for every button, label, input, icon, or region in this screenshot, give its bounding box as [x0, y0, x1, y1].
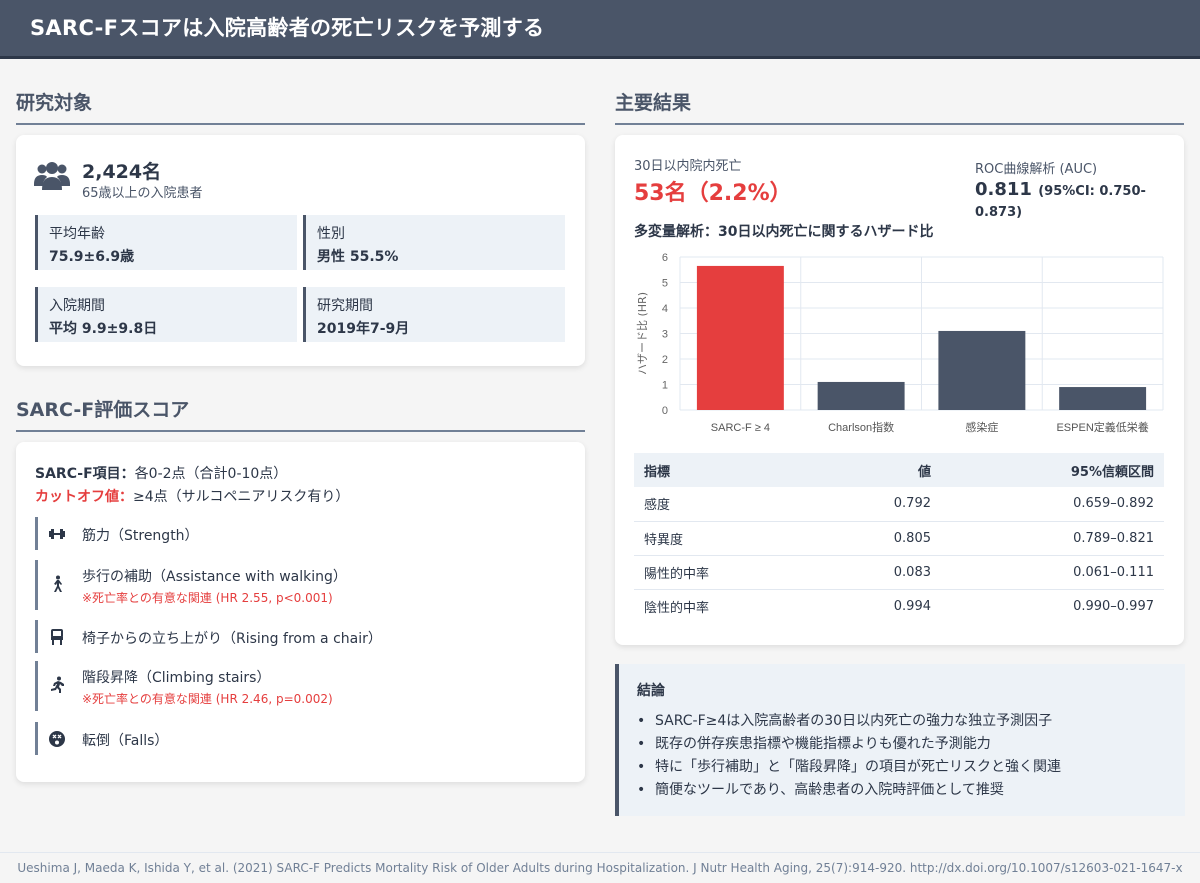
table-header: 値 — [814, 453, 941, 487]
sarcf-item-note: ※死亡率との有意な関連 (HR 2.55, p<0.001) — [82, 591, 333, 605]
y-tick-label: 6 — [662, 252, 668, 264]
items-line: SARC-F項目：各0-2点（合計0-10点） — [35, 463, 287, 483]
running-icon — [51, 676, 64, 693]
page-header: SARC-Fスコアは入院高齢者の死亡リスクを予測する — [0, 0, 1200, 59]
study-section-title: 研究対象 — [16, 88, 585, 125]
bar — [1059, 387, 1147, 410]
sarcf-item-text: 筋力（Strength） — [82, 528, 199, 544]
death-label: 30日以内院内死亡 — [634, 159, 742, 174]
sarcf-item-chair: 椅子からの立ち上がり（Rising from a chair） — [35, 620, 555, 653]
cutoff-label: カットオフ値： — [35, 489, 133, 505]
sarcf-item-walking: 歩行の補助（Assistance with walking） ※死亡率との有意な… — [35, 560, 555, 610]
conclusion-list: SARC-F≥4は入院高齢者の30日以内死亡の強力な独立予測因子 既存の併存疾患… — [637, 710, 1061, 802]
stat-value: 男性 55.5% — [317, 249, 399, 265]
hazard-ratio-chart: 0 1 2 3 4 5 6 SARC-F ≥ 4 Charlson指数 感染症 ESPEN定義低栄養… — [636, 252, 1164, 434]
stat-label: 平均年齢 — [49, 226, 105, 242]
table-header-row: 指標 値 95%信頼区間 — [634, 453, 1164, 487]
list-item: 特に「歩行補助」と「階段昇降」の項目が死亡リスクと強く関連 — [637, 756, 1061, 779]
results-card: 30日以内院内死亡 53名（2.2%） ROC曲線解析 (AUC) 0.811 … — [615, 135, 1184, 645]
sarcf-item-text: 階段昇降（Climbing stairs） — [82, 670, 271, 686]
stat-value: 平均 9.9±9.8日 — [49, 321, 158, 337]
page-title: SARC-Fスコアは入院高齢者の死亡リスクを予測する — [30, 16, 545, 40]
table-cell: 0.792 — [814, 487, 941, 522]
table-cell: 0.083 — [814, 555, 941, 590]
sarcf-item-strength: 筋力（Strength） — [35, 517, 555, 550]
falls-icon — [49, 731, 65, 747]
study-card: 2,424名 65歳以上の入院患者 平均年齢 75.9±6.9歳 性別 男性 5… — [16, 135, 585, 366]
sarcf-item-stairs: 階段昇降（Climbing stairs） ※死亡率との有意な関連 (HR 2.… — [35, 661, 555, 711]
items-label: SARC-F項目： — [35, 466, 135, 482]
x-tick-label: ESPEN定義低栄養 — [1056, 420, 1148, 434]
sarcf-item-text: 転倒（Falls） — [82, 733, 169, 749]
y-tick-label: 0 — [662, 405, 668, 417]
stat-stay: 入院期間 平均 9.9±9.8日 — [35, 287, 297, 342]
bar — [817, 381, 905, 410]
list-item: SARC-F≥4は入院高齢者の30日以内死亡の強力な独立予測因子 — [637, 710, 1061, 733]
patient-count: 2,424名 — [82, 161, 162, 183]
auc-line: 0.811 (95%CI: 0.750-0.873) — [975, 179, 1184, 221]
y-axis-label: ハザード比 (HR) — [636, 292, 649, 375]
conclusion-title: 結論 — [637, 683, 665, 699]
sarcf-item-text: 椅子からの立ち上がり（Rising from a chair） — [82, 631, 382, 647]
y-tick-label: 1 — [662, 380, 668, 392]
table-row: 陽性的中率 0.083 0.061–0.111 — [634, 555, 1164, 590]
stat-label: 性別 — [317, 226, 345, 242]
y-tick-label: 5 — [662, 278, 668, 290]
table-cell: 特異度 — [634, 521, 814, 556]
hr-chart-title: 多変量解析：30日以内死亡に関するハザード比 — [634, 224, 934, 240]
table-row: 陰性的中率 0.994 0.990–0.997 — [634, 589, 1164, 623]
x-tick-label: Charlson指数 — [828, 420, 894, 434]
stat-label: 研究期間 — [317, 298, 373, 314]
y-tick-label: 2 — [662, 354, 668, 366]
table-row: 特異度 0.805 0.789–0.821 — [634, 521, 1164, 556]
table-cell: 陰性的中率 — [644, 600, 710, 616]
results-section-title: 主要結果 — [615, 88, 1184, 125]
table-header: 指標 — [634, 453, 814, 487]
death-value: 53名（2.2%） — [634, 181, 792, 206]
table-cell: 0.061–0.111 — [941, 555, 1164, 590]
conclusion-box: 結論 SARC-F≥4は入院高齢者の30日以内死亡の強力な独立予測因子 既存の併… — [615, 664, 1185, 816]
table-cell: 陽性的中率 — [634, 555, 814, 590]
stat-period: 研究期間 2019年7-9月 — [303, 287, 565, 342]
table-cell: 感度 — [634, 487, 814, 522]
sarcf-section-title: SARC-F評価スコア — [16, 395, 585, 432]
stat-sex: 性別 男性 55.5% — [303, 215, 565, 270]
stat-value: 2019年7-9月 — [317, 321, 410, 337]
y-tick-label: 3 — [662, 329, 668, 341]
x-tick-label: SARC-F ≥ 4 — [711, 422, 770, 434]
sarcf-card: SARC-F項目：各0-2点（合計0-10点） カットオフ値：≥4点（サルコペニ… — [16, 442, 585, 782]
list-item: 既存の併存疾患指標や機能指標よりも優れた予測能力 — [637, 733, 1061, 756]
sarcf-item-text: 歩行の補助（Assistance with walking） — [82, 569, 347, 585]
bar — [696, 265, 784, 410]
stat-value: 75.9±6.9歳 — [49, 249, 135, 265]
table-header: 95%信頼区間 — [941, 453, 1164, 487]
table-cell: 0.805 — [814, 521, 941, 556]
bar — [938, 330, 1026, 410]
table-cell: 0.659–0.892 — [941, 487, 1164, 522]
table-cell: 0.789–0.821 — [941, 521, 1164, 556]
items-text: 各0-2点（合計0-10点） — [134, 466, 288, 482]
users-icon — [34, 162, 70, 190]
diagnostic-table: 指標 値 95%信頼区間 感度 0.792 0.659–0.892 特異度 0.… — [634, 453, 1164, 623]
sarcf-item-note: ※死亡率との有意な関連 (HR 2.46, p=0.002) — [82, 692, 333, 706]
stat-label: 入院期間 — [49, 298, 105, 314]
auc-value: 0.811 — [975, 179, 1032, 200]
table-cell: 0.994 — [893, 598, 931, 614]
roc-label: ROC曲線解析 (AUC) — [975, 162, 1098, 177]
cutoff-text: ≥4点（サルコペニアリスク有り） — [133, 489, 350, 505]
citation-footer: Ueshima J, Maeda K, Ishida Y, et al. (20… — [0, 852, 1200, 883]
x-tick-label: 感染症 — [965, 420, 998, 434]
dumbbell-icon — [49, 529, 65, 539]
stat-age: 平均年齢 75.9±6.9歳 — [35, 215, 297, 270]
y-tick-label: 4 — [662, 303, 668, 315]
patient-count-sub: 65歳以上の入院患者 — [82, 186, 203, 201]
walking-icon — [54, 575, 62, 592]
chair-icon — [51, 629, 63, 645]
table-row: 感度 0.792 0.659–0.892 — [634, 487, 1164, 522]
cutoff-line: カットオフ値：≥4点（サルコペニアリスク有り） — [35, 486, 349, 506]
list-item: 簡便なツールであり、高齢患者の入院時評価として推奨 — [637, 779, 1061, 802]
sarcf-item-falls: 転倒（Falls） — [35, 722, 555, 755]
table-cell: 0.990–0.997 — [1073, 598, 1154, 614]
